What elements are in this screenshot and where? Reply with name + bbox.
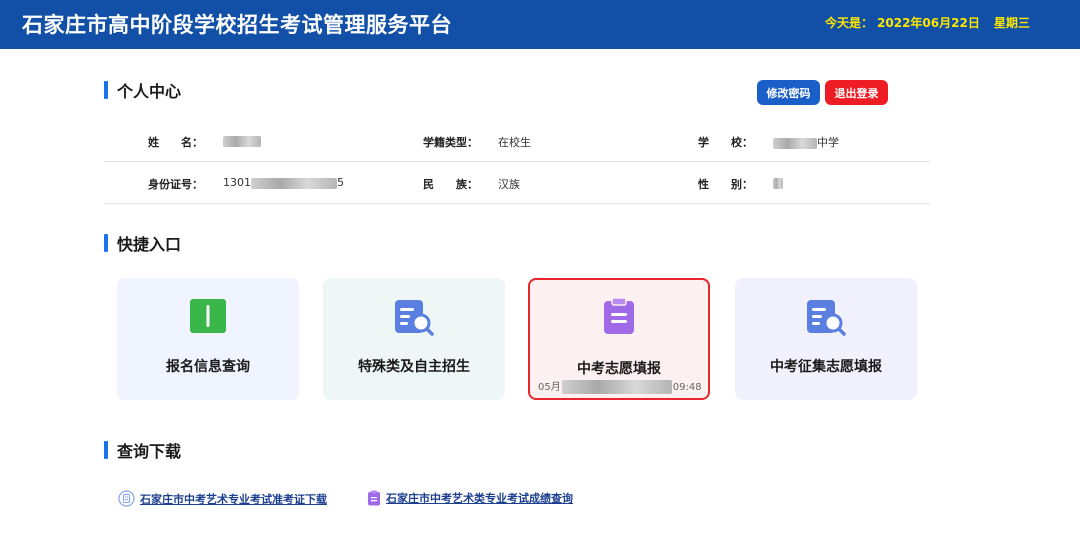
change-password-button[interactable]: 修改密码	[757, 80, 820, 105]
status-value: 在校生	[498, 136, 531, 149]
deadline-text: 05月 09:48	[538, 378, 702, 394]
link-art-score-query[interactable]: 石家庄市中考艺术类专业考试成绩查询	[367, 490, 573, 506]
deadline-prefix: 05月	[538, 382, 561, 393]
personal-info-table: 姓 名： 学籍类型： 在校生 学 校： 中学 身份证号： 1301 5 民 族： …	[104, 120, 930, 204]
school-suffix: 中学	[817, 136, 839, 149]
downloads-heading: 查询下载	[104, 440, 182, 461]
document-search-icon	[393, 296, 435, 340]
link-label: 石家庄市中考艺术类专业考试成绩查询	[386, 492, 573, 505]
personal-center-heading: 个人中心	[104, 80, 182, 101]
status-label: 学籍类型：	[423, 136, 478, 149]
section-bar	[104, 81, 108, 99]
id-prefix: 1301	[223, 176, 251, 189]
redacted-deadline	[561, 380, 672, 394]
card-registration-query[interactable]: 报名信息查询	[117, 278, 299, 400]
card-supplementary-volunteer[interactable]: 中考征集志愿填报	[735, 278, 917, 400]
redacted-id	[251, 177, 337, 189]
card-volunteer-application[interactable]: 中考志愿填报 05月 09:48	[528, 278, 710, 400]
shortcuts-heading: 快捷入口	[104, 233, 182, 254]
deadline-suffix: 09:48	[672, 382, 702, 393]
school-label: 学 校：	[698, 136, 753, 149]
id-label: 身份证号：	[148, 178, 203, 191]
clipboard-icon	[367, 490, 381, 506]
id-suffix: 5	[337, 176, 344, 189]
section-bar	[104, 234, 108, 252]
clipboard-icon	[601, 296, 637, 340]
book-icon	[188, 296, 228, 340]
gender-label: 性 别：	[698, 178, 753, 191]
date-value: 2022年06月22日	[877, 16, 980, 30]
downloads-title: 查询下载	[117, 442, 182, 461]
card-label: 特殊类及自主招生	[358, 359, 470, 375]
platform-title: 石家庄市高中阶段学校招生考试管理服务平台	[22, 13, 452, 37]
card-label: 报名信息查询	[166, 359, 250, 375]
link-admission-ticket-download[interactable]: 石家庄市中考艺术专业考试准考证下载	[118, 490, 327, 507]
card-special-admission[interactable]: 特殊类及自主招生	[323, 278, 505, 400]
ticket-icon	[118, 490, 135, 507]
gender-value	[773, 176, 783, 189]
current-date: 今天是： 2022年06月22日 星期三	[825, 14, 1034, 31]
school-value: 中学	[773, 134, 839, 150]
document-search-icon	[805, 296, 847, 340]
card-label: 中考志愿填报	[577, 361, 661, 377]
link-label: 石家庄市中考艺术专业考试准考证下载	[140, 492, 327, 506]
id-value: 1301 5	[223, 176, 344, 189]
logout-button[interactable]: 退出登录	[825, 80, 888, 105]
redacted-gender	[773, 177, 783, 189]
section-bar	[104, 441, 108, 459]
info-row-1: 姓 名： 学籍类型： 在校生 学 校： 中学	[104, 120, 930, 162]
ethnic-label: 民 族：	[423, 178, 478, 191]
weekday: 星期三	[993, 16, 1030, 30]
date-label: 今天是：	[825, 16, 874, 30]
name-value	[223, 134, 261, 147]
info-row-2: 身份证号： 1301 5 民 族： 汉族 性 别：	[104, 162, 930, 204]
name-label: 姓 名：	[148, 136, 203, 149]
redacted-name	[223, 135, 261, 147]
card-label: 中考征集志愿填报	[770, 359, 882, 375]
ethnic-value: 汉族	[498, 178, 520, 191]
personal-center-title: 个人中心	[117, 82, 182, 101]
top-header: 石家庄市高中阶段学校招生考试管理服务平台 今天是： 2022年06月22日 星期三	[0, 0, 1080, 49]
redacted-school	[773, 137, 817, 149]
shortcuts-title: 快捷入口	[117, 235, 182, 254]
